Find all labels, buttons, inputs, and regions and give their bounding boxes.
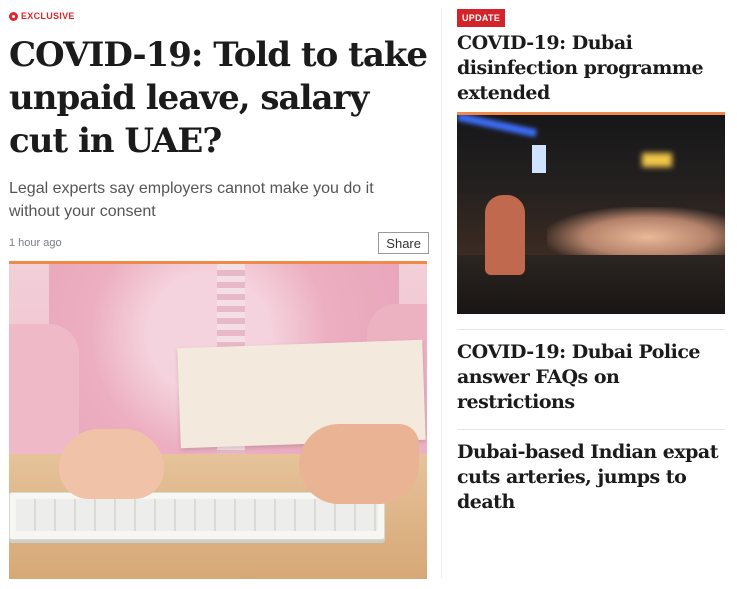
story-meta: 1 hour ago Share — [9, 231, 429, 255]
main-story[interactable]: EXCLUSIVE COVID-19: Told to take unpaid … — [9, 8, 429, 579]
main-story-image[interactable] — [9, 264, 427, 579]
timestamp: 1 hour ago — [9, 237, 62, 249]
story-separator — [457, 329, 725, 330]
story-title[interactable]: Dubai-based Indian expat cuts arteries, … — [457, 440, 725, 515]
story-title[interactable]: COVID-19: Dubai Police answer FAQs on re… — [457, 340, 725, 415]
sidebar-stories: UPDATE COVID-19: Dubai disinfection prog… — [457, 8, 725, 515]
main-subhead: Legal experts say employers cannot make … — [9, 180, 374, 220]
exclusive-tag: EXCLUSIVE — [9, 8, 429, 24]
exclusive-label: EXCLUSIVE — [21, 11, 75, 21]
image-worker — [485, 195, 525, 275]
main-headline[interactable]: COVID-19: Told to take unpaid leave, sal… — [9, 34, 429, 163]
story-title[interactable]: COVID-19: Dubai disinfection programme e… — [457, 31, 725, 106]
update-badge: UPDATE — [457, 9, 506, 27]
column-divider — [441, 8, 442, 578]
story-separator — [457, 429, 725, 430]
exclusive-dot-icon — [9, 11, 18, 21]
share-button[interactable]: Share — [378, 232, 429, 254]
story-image[interactable] — [457, 115, 725, 314]
